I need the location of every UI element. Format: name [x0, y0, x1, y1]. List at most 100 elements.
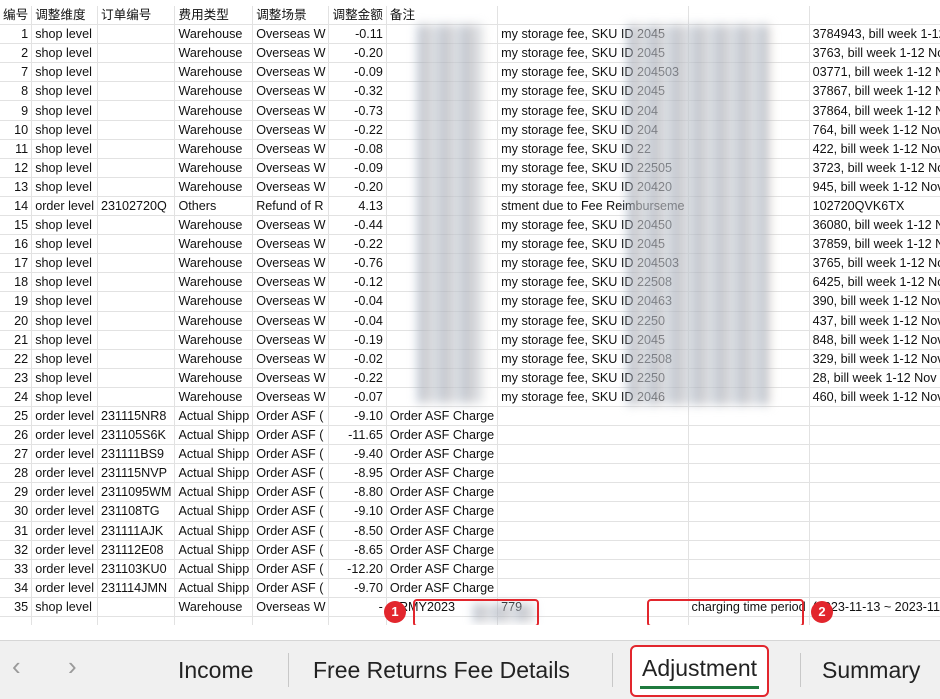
cell-remark-extra[interactable] [688, 196, 810, 217]
cell-remark[interactable] [386, 196, 499, 217]
cell-remark-tail[interactable]: 36080, bill week 1-12 Nov 2023 [809, 215, 940, 236]
cell-fee-type[interactable]: Actual Shipp [174, 463, 254, 484]
cell-order-no[interactable]: 231115NR8 [97, 406, 176, 427]
cell-remark[interactable] [386, 291, 499, 312]
cell-id[interactable]: 2 [0, 43, 33, 64]
cell-remark-tail[interactable]: 848, bill week 1-12 Nov 2023 [809, 330, 940, 350]
cell-remark-extra[interactable] [688, 139, 810, 159]
cell-fee-type[interactable]: Actual Shipp [174, 444, 254, 465]
cell-scenario[interactable]: Overseas W [252, 215, 330, 236]
cell-dimension[interactable]: order level [31, 578, 98, 598]
cell-amount[interactable]: -0.44 [328, 215, 387, 236]
cell-remark[interactable]: Order ASF Charge [386, 559, 499, 579]
cell-fee-type[interactable]: Actual Shipp [174, 482, 254, 503]
cell-fee-type[interactable]: Warehouse [174, 158, 254, 178]
cell-order-no[interactable] [97, 100, 176, 121]
cell-remark-extra[interactable]: charging time period [688, 597, 810, 618]
cell-fee-type[interactable]: Warehouse [174, 368, 254, 388]
cell-remark-extra[interactable] [688, 368, 810, 388]
cell-dimension[interactable]: order level [31, 501, 98, 522]
cell-order-no[interactable] [97, 120, 176, 140]
cell-remark-tail[interactable] [809, 406, 940, 427]
cell-remark-detail[interactable] [497, 559, 689, 579]
cell-amount[interactable]: - [328, 597, 387, 618]
cell-scenario[interactable]: Overseas W [252, 81, 330, 102]
cell-dimension[interactable]: shop level [31, 81, 98, 102]
cell-dimension[interactable]: shop level [31, 177, 98, 197]
cell-amount[interactable]: -0.12 [328, 272, 387, 293]
cell-id[interactable]: 18 [0, 272, 33, 293]
cell-remark-detail[interactable]: my storage fee, SKU ID 20420 [497, 177, 689, 197]
cell-amount[interactable]: -0.07 [328, 387, 387, 407]
cell-scenario[interactable]: Order ASF ( [252, 559, 330, 579]
cell-order-no[interactable]: 2311095WM [97, 482, 176, 503]
cell-amount[interactable]: -0.04 [328, 291, 387, 312]
cell-remark-extra[interactable] [688, 253, 810, 274]
cell-id[interactable]: 9 [0, 100, 33, 121]
cell-remark[interactable] [386, 139, 499, 159]
cell-dimension[interactable]: order level [31, 482, 98, 503]
cell-amount[interactable]: -8.50 [328, 521, 387, 541]
cell-id[interactable]: 31 [0, 521, 33, 541]
next-sheet-icon[interactable]: › [68, 651, 77, 681]
cell-remark-detail[interactable]: stment due to Fee Reimburseme [497, 196, 689, 217]
cell-scenario[interactable]: Overseas W [252, 253, 330, 274]
cell-scenario[interactable]: Order ASF ( [252, 578, 330, 598]
cell-remark-tail[interactable]: 329, bill week 1-12 Nov 2023 [809, 349, 940, 369]
cell-id[interactable]: 19 [0, 291, 33, 312]
cell-fee-type[interactable]: Warehouse [174, 100, 254, 121]
cell-remark-tail[interactable]: 37867, bill week 1-12 Nov 2023 [809, 81, 940, 102]
cell-amount[interactable]: -0.20 [328, 43, 387, 64]
cell-id[interactable]: 16 [0, 234, 33, 255]
cell-remark-detail[interactable] [497, 482, 689, 503]
cell-amount[interactable]: -0.11 [328, 24, 387, 45]
cell-remark-tail[interactable] [809, 501, 940, 522]
cell-remark[interactable] [386, 177, 499, 197]
cell-remark-detail[interactable]: my storage fee, SKU ID 2045 [497, 43, 689, 64]
cell-remark-extra[interactable] [688, 521, 810, 541]
cell-remark-detail[interactable]: my storage fee, SKU ID 2046 [497, 387, 689, 407]
cell-scenario[interactable]: Overseas W [252, 330, 330, 350]
cell-scenario[interactable]: Overseas W [252, 597, 330, 618]
cell-id[interactable]: 26 [0, 425, 33, 446]
cell-remark-detail[interactable]: my storage fee, SKU ID 20450 [497, 215, 689, 236]
cell-remark-extra[interactable] [688, 158, 810, 178]
cell-scenario[interactable]: Order ASF ( [252, 444, 330, 465]
cell-dimension[interactable]: order level [31, 196, 98, 217]
cell-order-no[interactable]: 23102720Q [97, 196, 176, 217]
cell-remark-tail[interactable]: 945, bill week 1-12 Nov 2023 [809, 177, 940, 197]
cell-remark-detail[interactable]: my storage fee, SKU ID 2045 [497, 234, 689, 255]
cell-id[interactable]: 8 [0, 81, 33, 102]
tab-free-returns-fee-details[interactable]: Free Returns Fee Details [313, 655, 570, 685]
cell-scenario[interactable]: Order ASF ( [252, 463, 330, 484]
cell-id[interactable]: 32 [0, 540, 33, 560]
cell-remark[interactable]: Order ASF Charge [386, 444, 499, 465]
cell-id[interactable]: 7 [0, 62, 33, 83]
cell-remark-tail[interactable]: 3763, bill week 1-12 Nov 2023 [809, 43, 940, 64]
cell-amount[interactable]: -0.19 [328, 330, 387, 350]
cell-remark-extra[interactable] [688, 482, 810, 503]
cell-remark-detail[interactable] [497, 444, 689, 465]
cell-amount[interactable]: -11.65 [328, 425, 387, 446]
cell-dimension[interactable]: order level [31, 444, 98, 465]
cell-dimension[interactable]: shop level [31, 43, 98, 64]
cell-remark[interactable] [386, 24, 499, 45]
cell-order-no[interactable] [97, 291, 176, 312]
header-remark[interactable]: 备注 [386, 6, 499, 26]
header-blank[interactable] [809, 6, 940, 26]
cell-id[interactable]: 25 [0, 406, 33, 427]
cell-remark[interactable] [386, 234, 499, 255]
cell-remark[interactable] [386, 387, 499, 407]
cell-remark-tail[interactable] [809, 521, 940, 541]
cell-remark-extra[interactable] [688, 406, 810, 427]
cell-fee-type[interactable]: Warehouse [174, 139, 254, 159]
cell-id[interactable]: 12 [0, 158, 33, 178]
cell-fee-type[interactable]: Warehouse [174, 234, 254, 255]
cell-id[interactable]: 15 [0, 215, 33, 236]
cell-order-no[interactable]: 231111AJK [97, 521, 176, 541]
cell-remark-extra[interactable] [688, 330, 810, 350]
cell-scenario[interactable]: Overseas W [252, 234, 330, 255]
cell-id[interactable]: 22 [0, 349, 33, 369]
cell-remark-tail[interactable]: 390, bill week 1-12 Nov 2023 [809, 291, 940, 312]
cell-remark-detail[interactable]: my storage fee, SKU ID 204503 [497, 62, 689, 83]
